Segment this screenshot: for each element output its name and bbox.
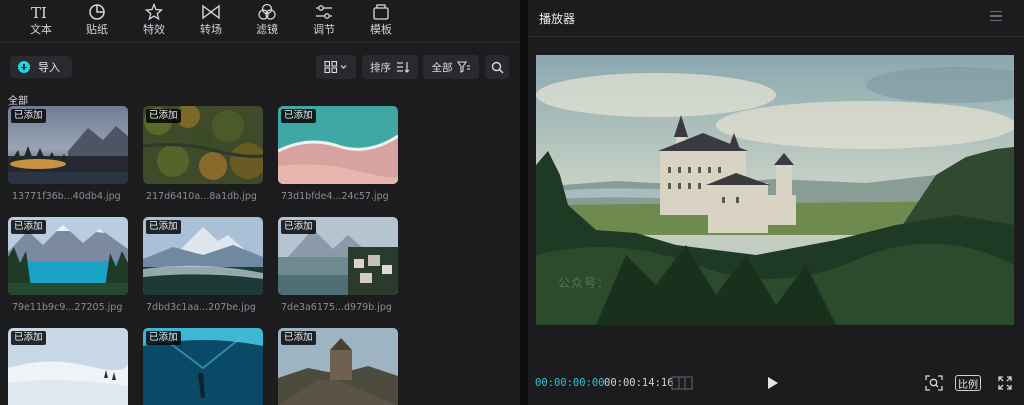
funnel-icon bbox=[456, 61, 470, 73]
media-thumbnail[interactable]: 已添加 bbox=[278, 106, 398, 184]
added-badge: 已添加 bbox=[281, 331, 316, 345]
tool-filter[interactable]: 滤镜 bbox=[247, 1, 287, 36]
search-icon bbox=[491, 61, 503, 73]
effects-icon bbox=[134, 1, 174, 23]
media-thumbnail[interactable]: 已添加 bbox=[143, 217, 263, 295]
tool-label: 文本 bbox=[30, 23, 52, 36]
file-name: 217d6410a...8a1db.jpg bbox=[146, 191, 257, 202]
media-thumbnail[interactable]: 已添加 bbox=[143, 328, 263, 405]
media-thumbnail[interactable]: 已添加 bbox=[143, 106, 263, 184]
media-thumbnail[interactable]: 已添加 bbox=[8, 217, 128, 295]
media-thumbnail[interactable]: 已添加 bbox=[278, 328, 398, 405]
file-name: 13771f36b...40db4.jpg bbox=[12, 191, 121, 202]
tool-effects[interactable]: 特效 bbox=[134, 1, 174, 36]
zoom-fit-icon[interactable] bbox=[925, 375, 943, 391]
menu-icon[interactable] bbox=[990, 11, 1002, 22]
sticker-icon bbox=[77, 1, 117, 23]
grid-view-icon bbox=[324, 61, 347, 73]
sort-button[interactable]: 排序 bbox=[362, 55, 418, 79]
tool-label: 贴纸 bbox=[86, 23, 108, 36]
added-badge: 已添加 bbox=[11, 220, 46, 234]
added-badge: 已添加 bbox=[146, 331, 181, 345]
media-thumbnail[interactable]: 已添加 bbox=[278, 217, 398, 295]
filter-button[interactable]: 全部 bbox=[423, 55, 479, 79]
added-badge: 已添加 bbox=[281, 109, 316, 123]
search-button[interactable] bbox=[485, 55, 509, 79]
timeline-frames-icon[interactable] bbox=[671, 376, 693, 390]
player-divider bbox=[528, 36, 1024, 37]
added-badge: 已添加 bbox=[146, 109, 181, 123]
total-time: 00:00:14:16 bbox=[604, 377, 674, 389]
file-name: 73d1bfde4...24c57.jpg bbox=[281, 191, 389, 202]
player-panel: 播放器 公众号： 00:00:00:00 00:00:14:16 比例 bbox=[528, 0, 1024, 405]
added-badge: 已添加 bbox=[281, 220, 316, 234]
import-label: 导入 bbox=[38, 61, 60, 74]
tool-label: 模板 bbox=[370, 23, 392, 36]
added-badge: 已添加 bbox=[146, 220, 181, 234]
added-badge: 已添加 bbox=[11, 331, 46, 345]
watermark: 公众号： bbox=[558, 276, 611, 290]
tool-label: 转场 bbox=[200, 23, 222, 36]
tool-label: 调节 bbox=[313, 23, 335, 36]
filter-label: 全部 bbox=[431, 61, 453, 74]
added-badge: 已添加 bbox=[11, 109, 46, 123]
plus-icon bbox=[18, 61, 30, 73]
media-thumbnail[interactable]: 已添加 bbox=[8, 106, 128, 184]
section-label: 全部 bbox=[8, 96, 28, 107]
file-name: 79e11b9c9...27205.jpg bbox=[12, 302, 123, 313]
toolbar: TI 文本 贴纸 特效 转场 滤镜 调节 模板 bbox=[0, 0, 520, 42]
template-icon bbox=[361, 1, 401, 23]
tool-sticker[interactable]: 贴纸 bbox=[77, 1, 117, 36]
sort-icon bbox=[397, 62, 410, 73]
file-name: 7dbd3c1aa...207be.jpg bbox=[146, 302, 256, 313]
sort-label: 排序 bbox=[370, 61, 391, 74]
media-thumbnail[interactable]: 已添加 bbox=[8, 328, 128, 405]
tool-transition[interactable]: 转场 bbox=[191, 1, 231, 36]
tool-text[interactable]: TI 文本 bbox=[21, 1, 61, 36]
video-preview[interactable]: 公众号： bbox=[536, 55, 1014, 325]
tool-label: 特效 bbox=[143, 23, 165, 36]
aspect-ratio-button[interactable]: 比例 bbox=[955, 375, 981, 391]
tool-label: 滤镜 bbox=[256, 23, 278, 36]
file-name: 7de3a6175...d979b.jpg bbox=[281, 302, 392, 313]
filter-icon bbox=[247, 1, 287, 23]
tool-template[interactable]: 模板 bbox=[361, 1, 401, 36]
player-title: 播放器 bbox=[539, 12, 576, 26]
import-button[interactable]: 导入 bbox=[10, 56, 72, 78]
media-panel: TI 文本 贴纸 特效 转场 滤镜 调节 模板 导入 排序 全部 全部 已添加 … bbox=[0, 0, 520, 405]
toolbar-divider bbox=[0, 42, 520, 43]
transition-icon bbox=[191, 1, 231, 23]
text-icon: TI bbox=[21, 1, 61, 23]
view-mode-button[interactable] bbox=[316, 55, 356, 79]
adjust-icon bbox=[304, 1, 344, 23]
current-time: 00:00:00:00 bbox=[535, 377, 605, 389]
fullscreen-icon[interactable] bbox=[998, 376, 1012, 390]
svg-text:TI: TI bbox=[31, 4, 47, 20]
play-icon[interactable] bbox=[767, 376, 779, 390]
tool-adjust[interactable]: 调节 bbox=[304, 1, 344, 36]
